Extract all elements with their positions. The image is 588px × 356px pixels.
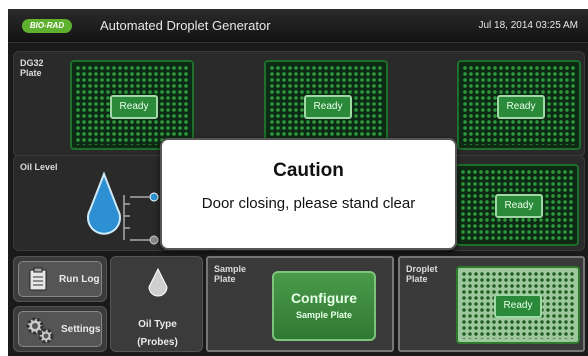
instrument-screen: BIO-RAD Automated Droplet Generator Jul … (8, 9, 588, 356)
droplet-plate-label: Droplet Plate (406, 264, 438, 284)
bio-rad-logo: BIO-RAD (22, 19, 72, 33)
app-title: Automated Droplet Generator (100, 18, 271, 33)
dg32-plate-label: DG32 Plate (20, 58, 44, 78)
run-log-button[interactable]: Run Log (13, 256, 107, 302)
ready-status-button[interactable]: Ready (494, 294, 542, 318)
caution-dialog[interactable]: Caution Door closing, please stand clear (160, 138, 457, 250)
oil-type-value: (Probes) (137, 337, 178, 348)
header-bar: BIO-RAD Automated Droplet Generator Jul … (8, 9, 588, 43)
sample-label-line2: Plate (214, 274, 236, 284)
run-log-label: Run Log (59, 274, 100, 285)
dg32-cartridge-1[interactable]: Ready (70, 60, 194, 150)
oil-drop-icon (87, 171, 159, 245)
run-log-button-face[interactable]: Run Log (18, 261, 102, 297)
oil-type-label: Oil Type (138, 319, 177, 330)
dialog-message: Door closing, please stand clear (201, 195, 416, 212)
settings-button-face[interactable]: Settings (18, 311, 102, 347)
configure-title: Configure (290, 290, 358, 306)
sample-label-line1: Sample (214, 264, 247, 274)
dg32-label-line1: DG32 (20, 58, 44, 68)
ready-status-button[interactable]: Ready (304, 95, 352, 119)
configure-sample-plate-button[interactable]: Configure Sample Plate (272, 271, 376, 341)
dg32-cartridge-3[interactable]: Ready (457, 60, 581, 150)
gear-icon (26, 317, 54, 344)
dg32-cartridge-2[interactable]: Ready (264, 60, 388, 150)
right-plate-panel: Ready (450, 155, 585, 251)
settings-button[interactable]: Settings (13, 306, 107, 352)
droplet-label-line1: Droplet (406, 264, 438, 274)
oil-type-button[interactable]: Oil Type (Probes) (110, 256, 203, 352)
dg32-cartridge-4[interactable]: Ready (455, 164, 579, 246)
droplet-plate-panel: Droplet Plate Ready (398, 256, 585, 352)
oil-drop-icon (148, 267, 168, 297)
droplet-plate[interactable]: Ready (456, 266, 580, 344)
dialog-title: Caution (273, 160, 344, 181)
ready-status-button[interactable]: Ready (110, 95, 158, 119)
datetime-display: Jul 18, 2014 03:25 AM (478, 20, 578, 31)
oil-level-label: Oil Level (20, 162, 58, 172)
ready-status-button[interactable]: Ready (497, 95, 545, 119)
dg32-label-line2: Plate (20, 68, 42, 78)
sample-plate-label: Sample Plate (214, 264, 246, 284)
settings-label: Settings (61, 324, 101, 335)
droplet-label-line2: Plate (406, 274, 428, 284)
ready-status-button[interactable]: Ready (495, 194, 543, 218)
configure-subtitle: Sample Plate (295, 310, 353, 320)
clipboard-icon (29, 267, 47, 291)
